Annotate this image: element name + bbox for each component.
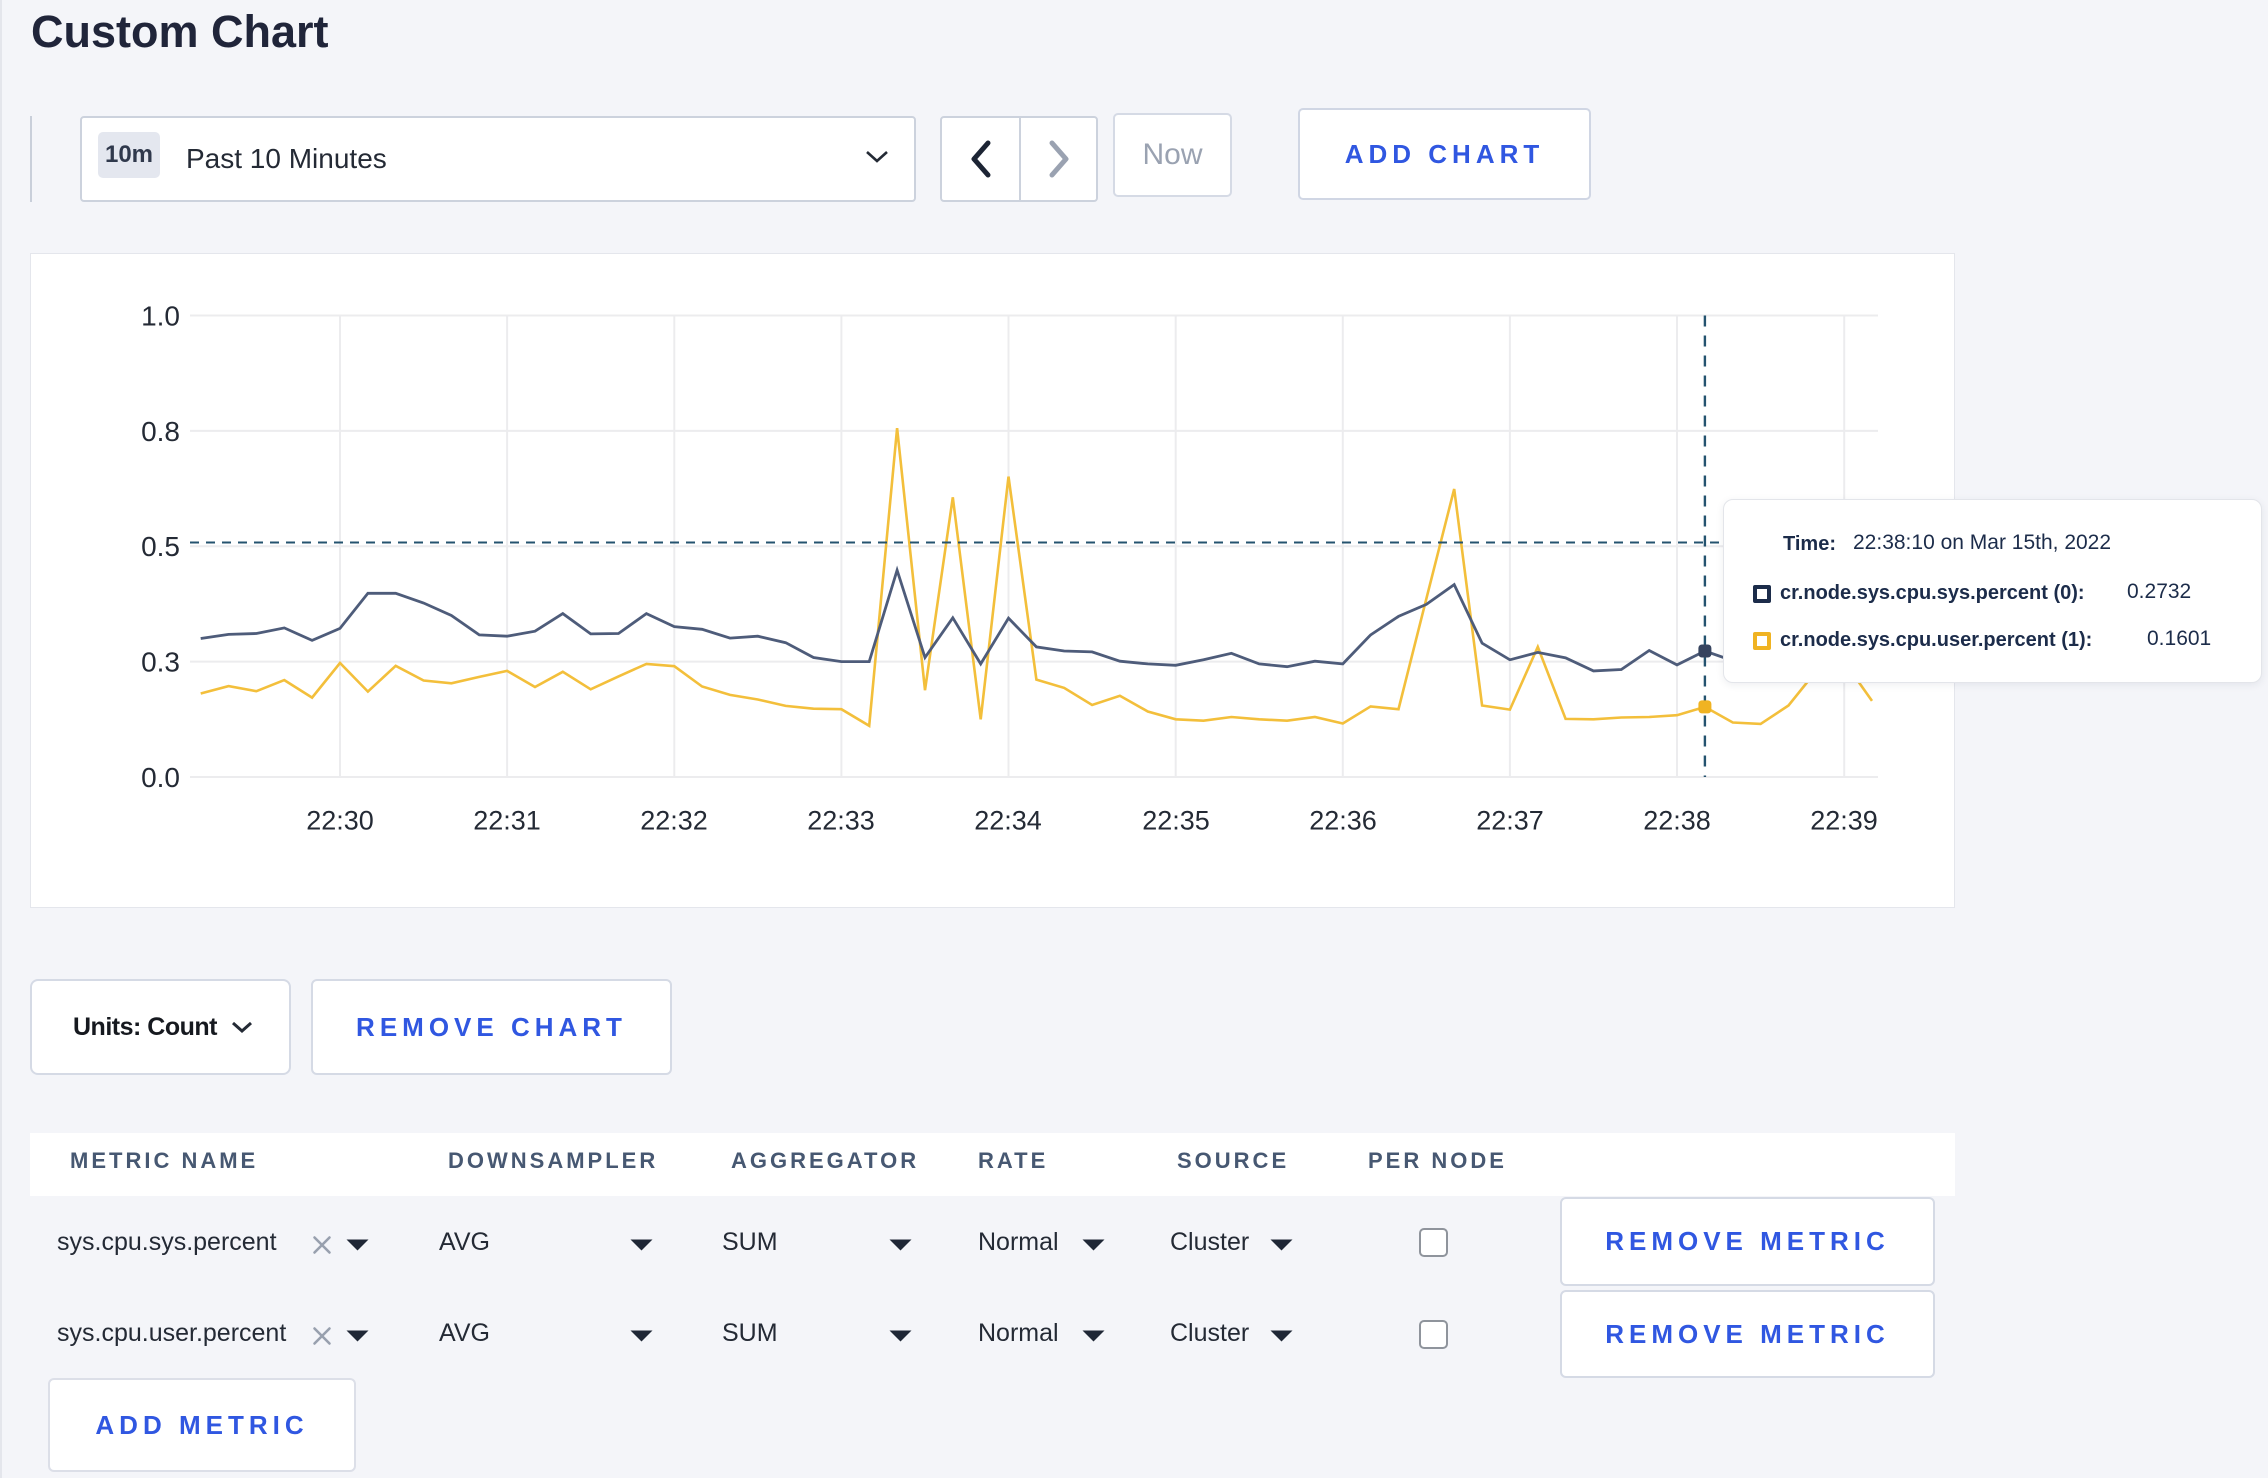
svg-text:22:34: 22:34 xyxy=(974,806,1042,836)
svg-text:22:32: 22:32 xyxy=(640,806,708,836)
svg-text:1.0: 1.0 xyxy=(141,301,180,332)
svg-text:0.0: 0.0 xyxy=(141,762,180,793)
svg-text:22:31: 22:31 xyxy=(473,806,541,836)
svg-text:22:39: 22:39 xyxy=(1810,806,1878,836)
svg-text:0.3: 0.3 xyxy=(141,647,180,678)
svg-text:22:33: 22:33 xyxy=(807,806,875,836)
svg-text:22:35: 22:35 xyxy=(1142,806,1210,836)
svg-text:22:30: 22:30 xyxy=(306,806,374,836)
svg-text:0.8: 0.8 xyxy=(141,416,180,447)
svg-text:0.5: 0.5 xyxy=(141,531,180,562)
svg-text:22:36: 22:36 xyxy=(1309,806,1377,836)
svg-text:22:37: 22:37 xyxy=(1476,806,1544,836)
svg-text:22:38: 22:38 xyxy=(1643,806,1711,836)
